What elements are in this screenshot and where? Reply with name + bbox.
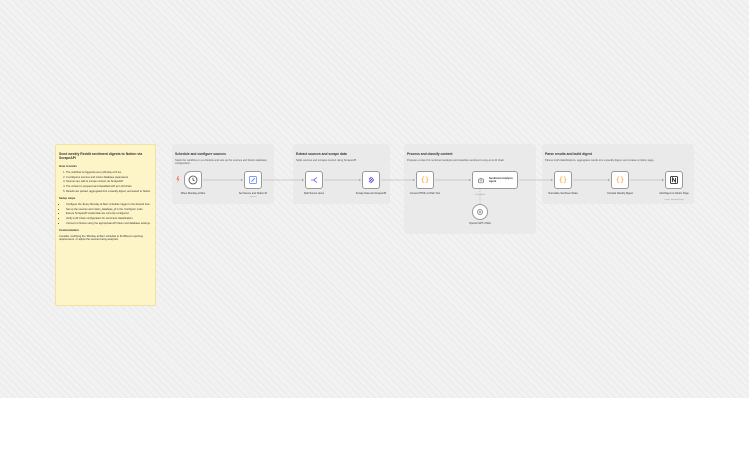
node-sublabel: manual: [249, 196, 257, 198]
node-normalize-sentiment[interactable]: {}: [554, 171, 572, 189]
notion-icon: [670, 176, 678, 184]
section-title: Parse results and build digest: [545, 152, 592, 156]
node-sentiment-agent[interactable]: Sentiment Analysis Agent: [472, 171, 518, 189]
list-item: Ensure ScrapeAPI credentials are correct…: [66, 212, 152, 215]
svg-text:{}: {}: [559, 176, 567, 184]
node-label: Split Source Items: [303, 192, 325, 195]
section-description: Starts the workflow on a schedule and se…: [175, 159, 267, 166]
note-custom-heading: Customization: [59, 228, 79, 233]
node-label: Add Digest to Notion Page: [659, 192, 689, 195]
split-icon: [311, 177, 318, 183]
node-notion-page[interactable]: [665, 171, 683, 189]
svg-text:{}: {}: [616, 176, 624, 184]
note-setup-heading: Setup steps: [59, 196, 76, 201]
section-description: Prepares content for sentiment analysis …: [407, 159, 505, 162]
node-schedule-trigger[interactable]: [184, 171, 202, 189]
scrapeapi-icon: [368, 176, 375, 184]
section-title: Process and classify content: [407, 152, 453, 156]
node-set-source[interactable]: [244, 171, 262, 189]
node-convert-html[interactable]: {}: [416, 171, 434, 189]
svg-text:{}: {}: [421, 176, 429, 184]
list-item: Verify LLM Chain configuration for senti…: [66, 217, 152, 220]
node-scrape-data[interactable]: [362, 171, 380, 189]
sticky-note[interactable]: Send weekly Reddit sentiment digests to …: [55, 144, 156, 306]
node-label: Scrape Data via ScrapeAPI: [355, 192, 387, 195]
code-braces-icon: {}: [559, 176, 567, 184]
list-item: The content is prepared and classified w…: [66, 185, 152, 188]
workflow-canvas[interactable]: Send weekly Reddit sentiment digests to …: [0, 0, 749, 398]
node-label: OpenAI GPT-4 Mini: [469, 222, 491, 225]
list-item: Configure the 'Every Monday at 8am' sche…: [66, 203, 152, 206]
code-braces-icon: {}: [421, 176, 429, 184]
robot-icon: [478, 177, 484, 183]
section-description: Parses LLM classifications, aggregates r…: [545, 159, 655, 162]
section-title: Schedule and configure sources: [175, 152, 226, 156]
note-setup-list: Configure the 'Every Monday at 8am' sche…: [59, 203, 152, 226]
code-braces-icon: {}: [616, 176, 624, 184]
node-split-sources[interactable]: [305, 171, 323, 189]
section-description: Splits sources and scrapes content using…: [296, 159, 357, 162]
section-process[interactable]: Process and classify content Prepares co…: [404, 144, 536, 234]
pencil-icon: [249, 176, 257, 184]
node-label: Normalize Sentiment Data: [548, 192, 578, 195]
note-custom-text: Consider modifying the 'Monday at 8am' s…: [59, 234, 143, 242]
section-title: Extract sources and scrape data: [296, 152, 347, 156]
openai-icon: [477, 209, 483, 215]
node-sublabel: create: databasePage: [664, 199, 684, 201]
list-item: It configures sources and notion databas…: [66, 176, 152, 179]
list-item: The workflow is triggered every Monday a…: [66, 171, 152, 174]
clock-icon: [188, 175, 198, 185]
note-how-heading: How it works: [59, 164, 77, 169]
node-compile-digest[interactable]: {}: [611, 171, 629, 189]
list-item: Connect to Notion using the appropriate …: [66, 222, 152, 225]
node-label: Convert HTML to Plain Text: [409, 192, 441, 195]
note-how-list: The workflow is triggered every Monday a…: [59, 171, 152, 194]
note-title: Send weekly Reddit sentiment digests to …: [59, 152, 143, 161]
node-label: Sentiment Analysis Agent: [488, 176, 513, 183]
node-label: When Monday at 8am: [180, 192, 206, 195]
node-label: Compile Weekly Digest: [607, 192, 633, 195]
list-item: Set up the sources and notion_database_i…: [66, 208, 152, 211]
node-openai-model[interactable]: [472, 204, 488, 220]
node-label: Set Source and Notion ID: [238, 192, 268, 195]
list-item: Sources are split to scrape content via …: [66, 180, 152, 183]
list-item: Results are parsed, aggregated into a we…: [66, 190, 152, 193]
